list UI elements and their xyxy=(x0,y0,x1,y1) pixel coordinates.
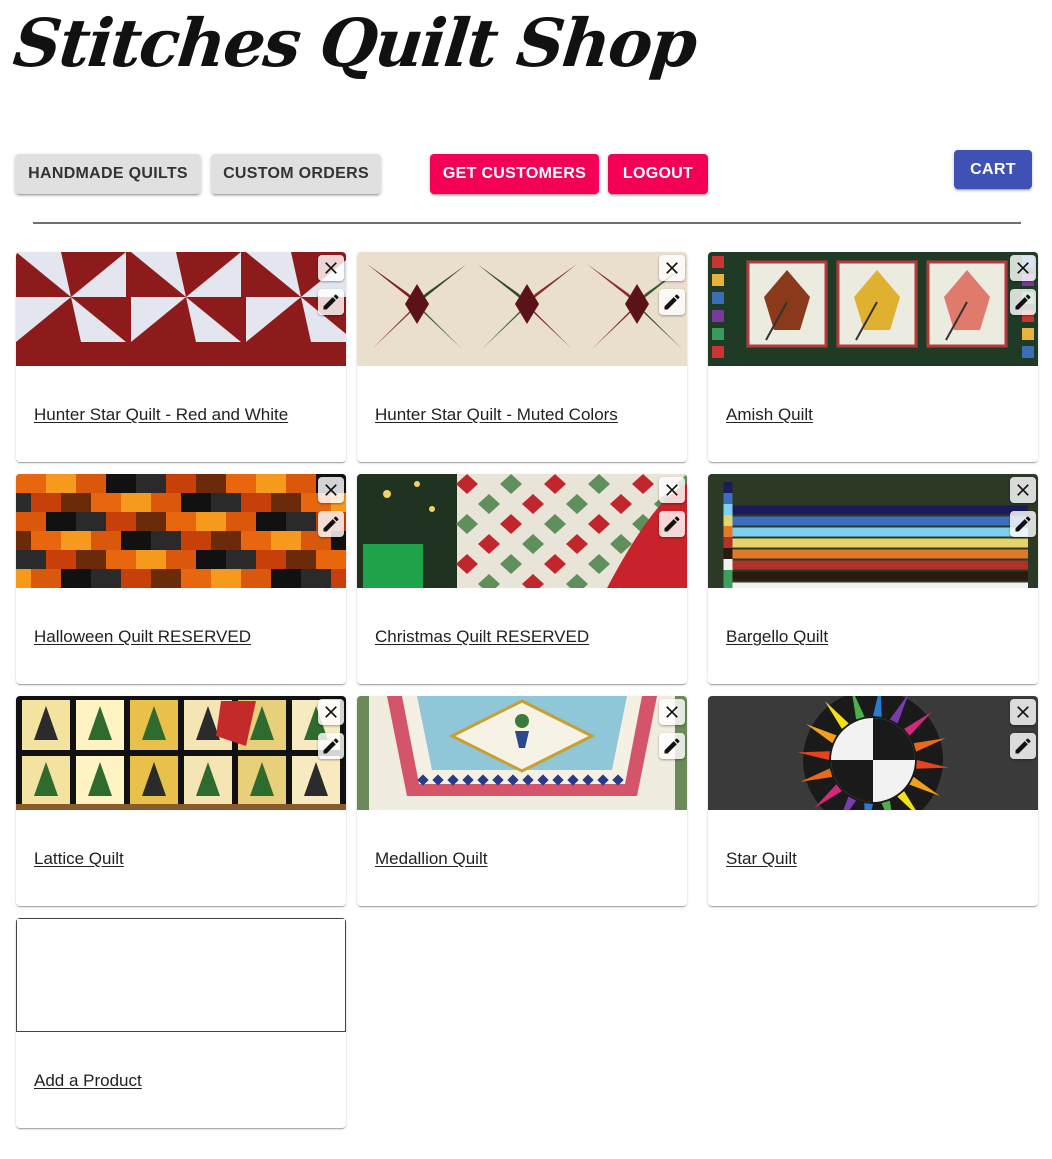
product-card[interactable]: Halloween Quilt RESERVED xyxy=(16,474,346,684)
pencil-icon[interactable] xyxy=(1010,511,1036,537)
product-link[interactable]: Amish Quilt xyxy=(726,405,813,425)
logout-button[interactable]: LOGOUT xyxy=(608,154,708,194)
pencil-icon[interactable] xyxy=(318,289,344,315)
add-product-link[interactable]: Add a Product xyxy=(34,1071,142,1091)
product-image xyxy=(357,696,687,810)
product-image xyxy=(357,474,687,588)
pencil-icon[interactable] xyxy=(659,511,685,537)
product-link[interactable]: Christmas Quilt RESERVED xyxy=(375,627,589,647)
product-image xyxy=(708,696,1038,810)
product-image xyxy=(16,252,346,366)
product-card[interactable]: Lattice Quilt xyxy=(16,696,346,906)
product-card[interactable]: Hunter Star Quilt - Muted Colors xyxy=(357,252,687,462)
product-card[interactable]: Amish Quilt xyxy=(708,252,1038,462)
product-image xyxy=(16,696,346,810)
product-link[interactable]: Hunter Star Quilt - Red and White xyxy=(34,405,288,425)
pencil-icon[interactable] xyxy=(318,511,344,537)
close-icon[interactable] xyxy=(659,477,685,503)
cart-button[interactable]: CART xyxy=(954,150,1032,189)
shop-logo: Stitches Quilt Shop xyxy=(10,4,700,82)
custom-orders-button[interactable]: CUSTOM ORDERS xyxy=(211,154,381,194)
product-image xyxy=(708,252,1038,366)
close-icon[interactable] xyxy=(318,699,344,725)
product-card[interactable]: Christmas Quilt RESERVED xyxy=(357,474,687,684)
product-card[interactable]: Star Quilt xyxy=(708,696,1038,906)
handmade-quilts-button[interactable]: HANDMADE QUILTS xyxy=(15,154,201,194)
product-link[interactable]: Hunter Star Quilt - Muted Colors xyxy=(375,405,618,425)
close-icon[interactable] xyxy=(318,255,344,281)
product-link[interactable]: Halloween Quilt RESERVED xyxy=(34,627,251,647)
close-icon[interactable] xyxy=(1010,477,1036,503)
product-card[interactable]: Hunter Star Quilt - Red and White xyxy=(16,252,346,462)
pencil-icon[interactable] xyxy=(1010,289,1036,315)
product-link[interactable]: Medallion Quilt xyxy=(375,849,487,869)
product-link[interactable]: Lattice Quilt xyxy=(34,849,124,869)
close-icon[interactable] xyxy=(318,477,344,503)
pencil-icon[interactable] xyxy=(659,733,685,759)
close-icon[interactable] xyxy=(1010,255,1036,281)
add-product-image-placeholder xyxy=(16,918,346,1032)
pencil-icon[interactable] xyxy=(1010,733,1036,759)
close-icon[interactable] xyxy=(1010,699,1036,725)
header-divider xyxy=(33,222,1021,224)
close-icon[interactable] xyxy=(659,699,685,725)
product-link[interactable]: Star Quilt xyxy=(726,849,797,869)
product-image xyxy=(357,252,687,366)
product-card[interactable]: Bargello Quilt xyxy=(708,474,1038,684)
get-customers-button[interactable]: GET CUSTOMERS xyxy=(430,154,599,194)
pencil-icon[interactable] xyxy=(659,289,685,315)
product-image xyxy=(16,474,346,588)
pencil-icon[interactable] xyxy=(318,733,344,759)
product-card[interactable]: Medallion Quilt xyxy=(357,696,687,906)
add-product-card[interactable]: Add a Product xyxy=(16,918,346,1128)
close-icon[interactable] xyxy=(659,255,685,281)
product-image xyxy=(708,474,1038,588)
product-link[interactable]: Bargello Quilt xyxy=(726,627,828,647)
